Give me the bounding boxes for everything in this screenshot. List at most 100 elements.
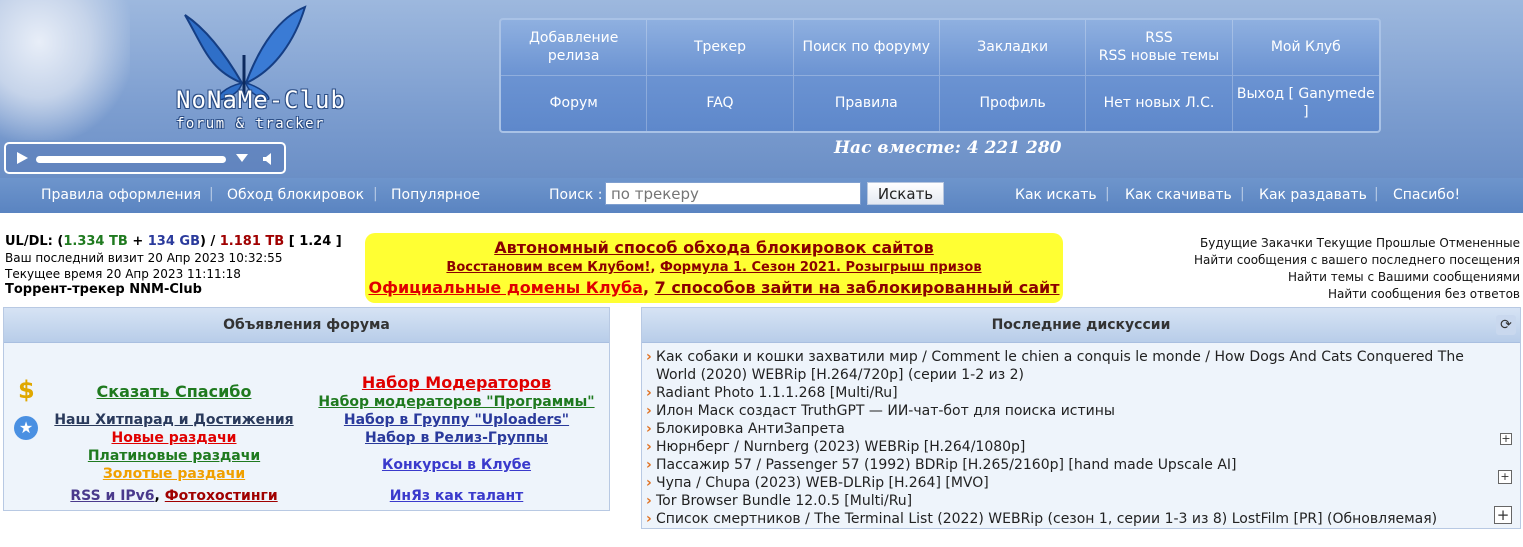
separator: , <box>154 488 160 504</box>
link-say-thanks[interactable]: Сказать Спасибо <box>44 382 304 401</box>
link-unanswered-posts[interactable]: Найти сообщения без ответов <box>1328 287 1520 301</box>
link-moderator-programs[interactable]: Набор модераторов "Программы" <box>304 394 609 410</box>
chevron-down-icon[interactable] <box>236 154 248 162</box>
download-value: 1.181 TB <box>219 234 285 249</box>
nav-forum[interactable]: Форум <box>501 75 648 131</box>
link-past-downloads[interactable]: Прошлые <box>1376 236 1436 250</box>
link-bypass-blocking[interactable]: Обход блокировок <box>227 187 364 203</box>
sub-navbar: Правила оформления | Обход блокировок | … <box>0 178 1523 213</box>
nav-tracker[interactable]: Трекер <box>647 20 794 76</box>
forum-announcements-panel: Объявления форума $ ★ Сказать Спасибо На… <box>3 307 610 511</box>
members-count: Нас вместе: 4 221 280 <box>834 138 1062 158</box>
volume-icon[interactable] <box>262 152 276 166</box>
link-design-rules[interactable]: Правила оформления <box>41 187 201 203</box>
list-item[interactable]: Как собаки и кошки захватили мир / Comme… <box>646 348 1496 384</box>
audio-player <box>4 142 286 174</box>
star-icon: ★ <box>14 416 38 440</box>
nav-bookmarks[interactable]: Закладки <box>939 20 1087 76</box>
current-time: Текущее время 20 Апр 2023 11:11:18 <box>5 267 241 281</box>
banner-link-formula1[interactable]: Формула 1. Сезон 2021. Розыгрыш призов <box>660 260 982 275</box>
list-item[interactable]: Блокировка АнтиЗапрета <box>646 420 1496 438</box>
link-future-downloads[interactable]: Будущие Закачки <box>1200 236 1313 250</box>
link-gold-releases[interactable]: Золотые раздачи <box>44 466 304 482</box>
upload-value: 1.334 TB <box>63 234 128 249</box>
progress-bar[interactable] <box>36 156 226 163</box>
play-icon[interactable] <box>17 152 28 164</box>
link-photohosting[interactable]: Фотохостинги <box>165 488 278 504</box>
link-popular[interactable]: Популярное <box>391 187 480 203</box>
separator: | <box>209 186 214 202</box>
link-posts-since-visit[interactable]: Найти сообщения с вашего последнего посе… <box>1194 253 1520 267</box>
logo-subtitle: forum & tracker <box>176 116 325 132</box>
list-item[interactable]: Чупа / Chupa (2023) WEB-DLRip [H.264] [M… <box>646 474 1496 492</box>
list-item[interactable]: Tor Browser Bundle 12.0.5 [Multi/Ru] <box>646 492 1496 510</box>
link-how-to-search[interactable]: Как искать <box>1015 187 1097 203</box>
nav-rss[interactable]: RSS RSS новые темы <box>1086 20 1233 76</box>
dollar-icon: $ <box>18 376 35 404</box>
search-shortcuts: Будущие Закачки Текущие Прошлые Отмененн… <box>1194 235 1520 303</box>
link-uploaders-group[interactable]: Набор в Группу "Uploaders" <box>304 412 609 428</box>
main-nav: Добавление релиза Трекер Поиск по форуму… <box>499 18 1381 133</box>
list-item[interactable]: Пассажир 57 / Passenger 57 (1992) BDRip … <box>646 456 1496 474</box>
link-release-groups[interactable]: Набор в Релиз-Группы <box>304 430 609 446</box>
banner-link-official-domains[interactable]: Официальные домены Клуба <box>368 278 642 297</box>
link-cancelled-downloads[interactable]: Отмененные <box>1439 236 1520 250</box>
nav-private-messages[interactable]: Нет новых Л.С. <box>1086 75 1233 131</box>
separator: | <box>373 186 378 202</box>
nav-logout[interactable]: Выход [ Ganymede ] <box>1233 76 1379 132</box>
link-platinum-releases[interactable]: Платиновые раздачи <box>44 448 304 464</box>
ratio-label: UL/DL: <box>5 234 53 249</box>
link-thanks[interactable]: Спасибо! <box>1393 187 1460 203</box>
expand-icon[interactable]: + <box>1494 506 1512 524</box>
nav-profile[interactable]: Профиль <box>940 75 1087 131</box>
nav-faq[interactable]: FAQ <box>647 75 794 131</box>
banner-link-autonomous-bypass[interactable]: Автономный способ обхода блокировок сайт… <box>494 238 934 257</box>
expand-icon[interactable]: + <box>1500 433 1512 445</box>
logo[interactable]: NoNaMe-Club forum & tracker <box>0 0 440 140</box>
ratio-line: UL/DL: (1.334 TB + 134 GB) / 1.181 TB [ … <box>5 234 342 249</box>
latest-discussions-panel: Последние дискуссии ⟳ Как собаки и кошки… <box>641 307 1521 529</box>
site-header: NoNaMe-Club forum & tracker Добавление р… <box>0 0 1523 178</box>
bird-on-branch-image <box>0 0 130 140</box>
logo-title: NoNaMe-Club <box>176 86 346 114</box>
search-label: Поиск : <box>549 187 603 203</box>
announcement-banner: Автономный способ обхода блокировок сайт… <box>365 233 1063 303</box>
search-input[interactable] <box>605 182 861 205</box>
nav-rules[interactable]: Правила <box>794 75 940 131</box>
plus-sign: + <box>132 234 144 249</box>
link-how-to-seed[interactable]: Как раздавать <box>1259 187 1367 203</box>
list-item[interactable]: Илон Маск создаст TruthGPT — ИИ-чат-бот … <box>646 402 1496 420</box>
link-new-releases[interactable]: Новые раздачи <box>44 430 304 446</box>
search-button[interactable]: Искать <box>867 182 944 205</box>
link-how-to-download[interactable]: Как скачивать <box>1125 187 1232 203</box>
link-hitparade[interactable]: Наш Хитпарад и Достижения <box>44 412 304 428</box>
list-item[interactable]: Список смертников / The Terminal List (2… <box>646 510 1496 528</box>
refresh-icon[interactable]: ⟳ <box>1496 315 1516 335</box>
nav-add-release[interactable]: Добавление релиза <box>501 20 648 76</box>
link-topics-with-your-posts[interactable]: Найти темы с Вашими сообщениями <box>1288 270 1520 284</box>
bonus-value: 134 GB <box>147 234 200 249</box>
ratio-value: 1.24 <box>299 234 332 249</box>
link-contests[interactable]: Конкурсы в Клубе <box>304 457 609 473</box>
link-current-downloads[interactable]: Текущие <box>1317 236 1373 250</box>
user-stats: UL/DL: (1.334 TB + 134 GB) / 1.181 TB [ … <box>5 234 342 298</box>
separator: | <box>1240 186 1245 202</box>
link-languages[interactable]: ИнЯз как талант <box>304 488 609 504</box>
separator: | <box>1105 186 1110 202</box>
discussion-list: Как собаки и кошки захватили мир / Comme… <box>646 348 1496 528</box>
link-rss-ipv6[interactable]: RSS и IPv6 <box>70 488 154 504</box>
list-item[interactable]: Нюрнберг / Nurnberg (2023) WEBRip [H.264… <box>646 438 1496 456</box>
separator: | <box>1374 186 1379 202</box>
nav-forum-search[interactable]: Поиск по форуму <box>793 20 940 76</box>
nav-my-club[interactable]: Мой Клуб <box>1232 20 1379 76</box>
banner-link-restore[interactable]: Восстановим всем Клубом! <box>446 260 650 275</box>
rss-photo-line: RSS и IPv6, Фотохостинги <box>44 488 304 504</box>
tracker-name: Торрент-трекер NNM-Club <box>5 282 202 297</box>
panel-title: Последние дискуссии <box>642 308 1520 343</box>
panel-title: Объявления форума <box>4 308 609 343</box>
link-moderator-recruit[interactable]: Набор Модераторов <box>304 373 609 392</box>
banner-link-7-ways[interactable]: 7 способов зайти на заблокированный сайт <box>655 278 1060 297</box>
expand-icon[interactable]: + <box>1498 470 1512 484</box>
last-visit: Ваш последний визит 20 Апр 2023 10:32:55 <box>5 251 283 265</box>
list-item[interactable]: Radiant Photo 1.1.1.268 [Multi/Ru] <box>646 384 1496 402</box>
